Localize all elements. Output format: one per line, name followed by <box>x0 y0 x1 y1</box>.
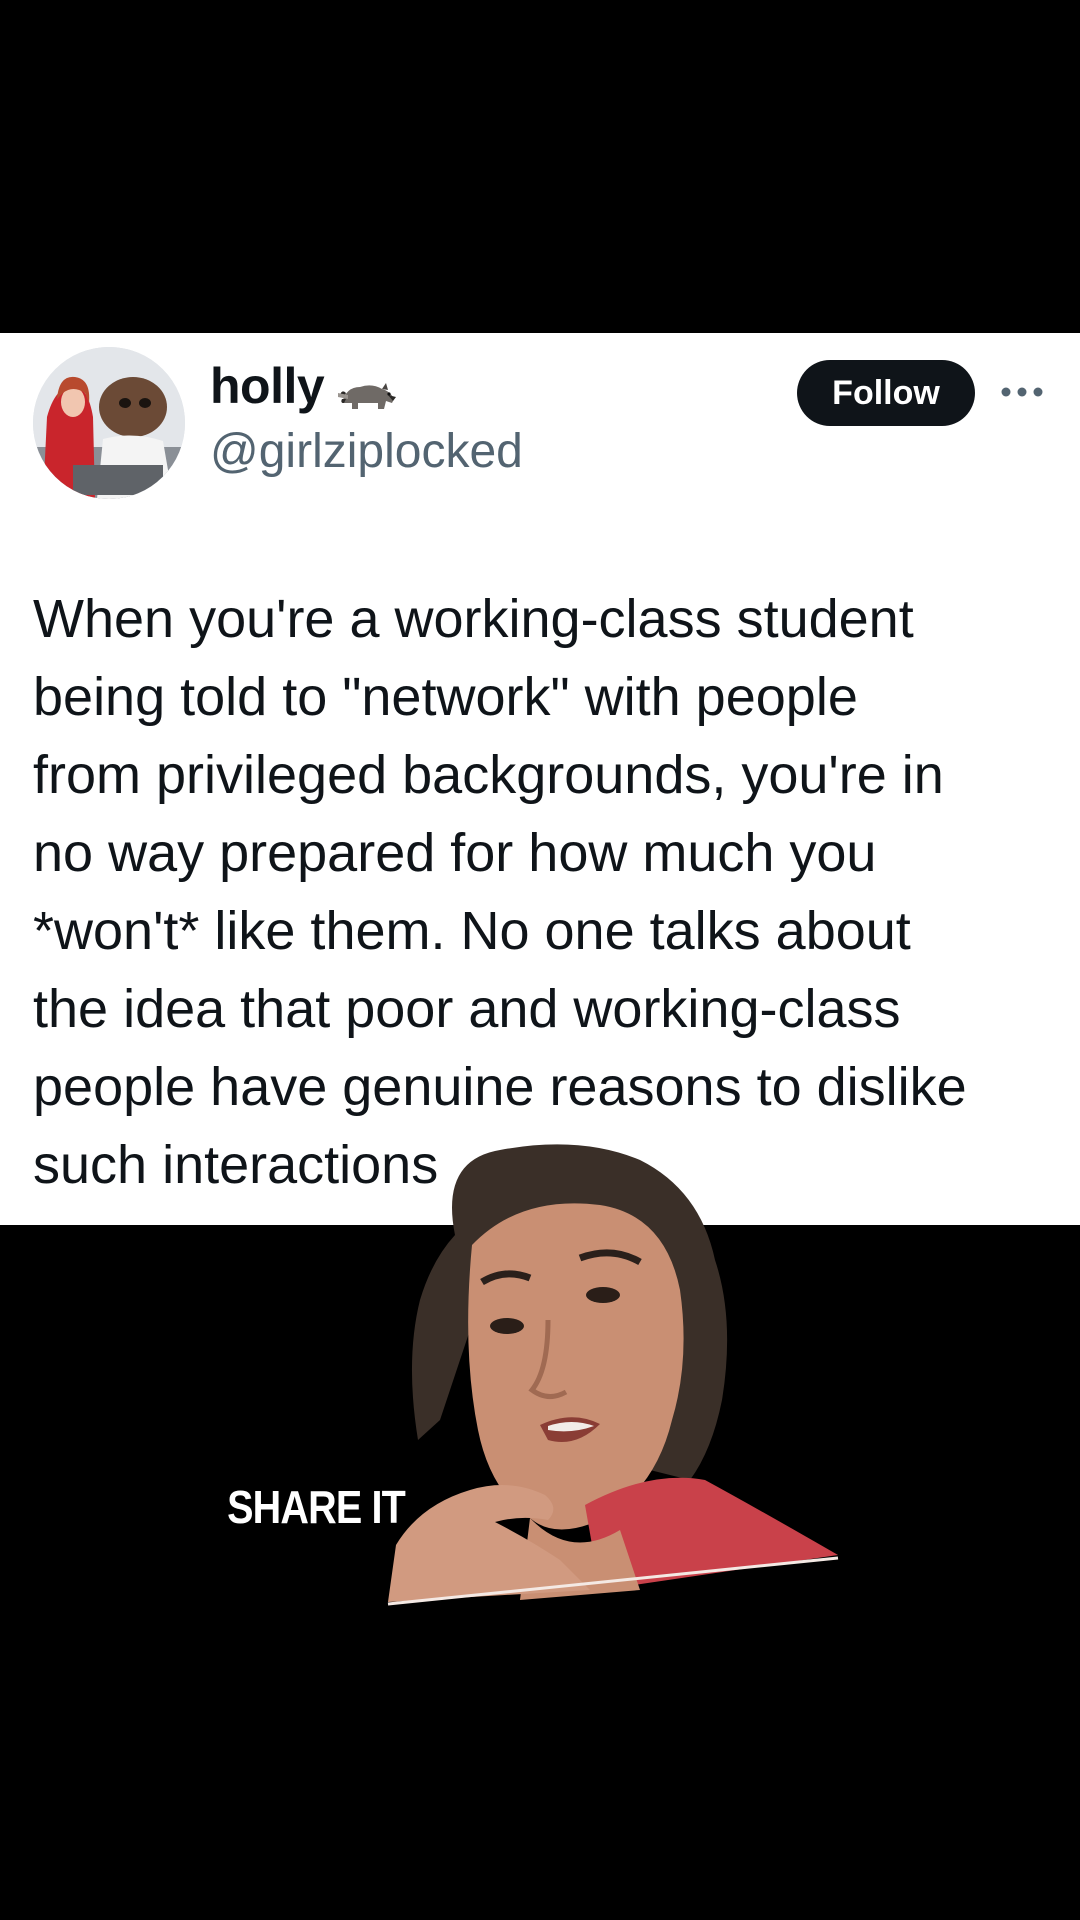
raccoon-icon <box>338 383 397 409</box>
user-handle[interactable]: @girlziplocked <box>210 424 523 479</box>
top-letterbox <box>0 0 1080 333</box>
tweet-text: When you're a working-class student bein… <box>33 589 967 1195</box>
display-name[interactable]: holly <box>210 357 325 415</box>
follow-button[interactable]: Follow <box>797 360 975 426</box>
more-dots-icon <box>1001 387 1043 397</box>
video-area[interactable] <box>0 1225 1080 1920</box>
more-options-button[interactable] <box>998 372 1046 412</box>
video-caption: SHARE IT <box>227 1481 406 1533</box>
display-name-row: holly <box>210 356 398 416</box>
avatar[interactable] <box>33 347 185 499</box>
